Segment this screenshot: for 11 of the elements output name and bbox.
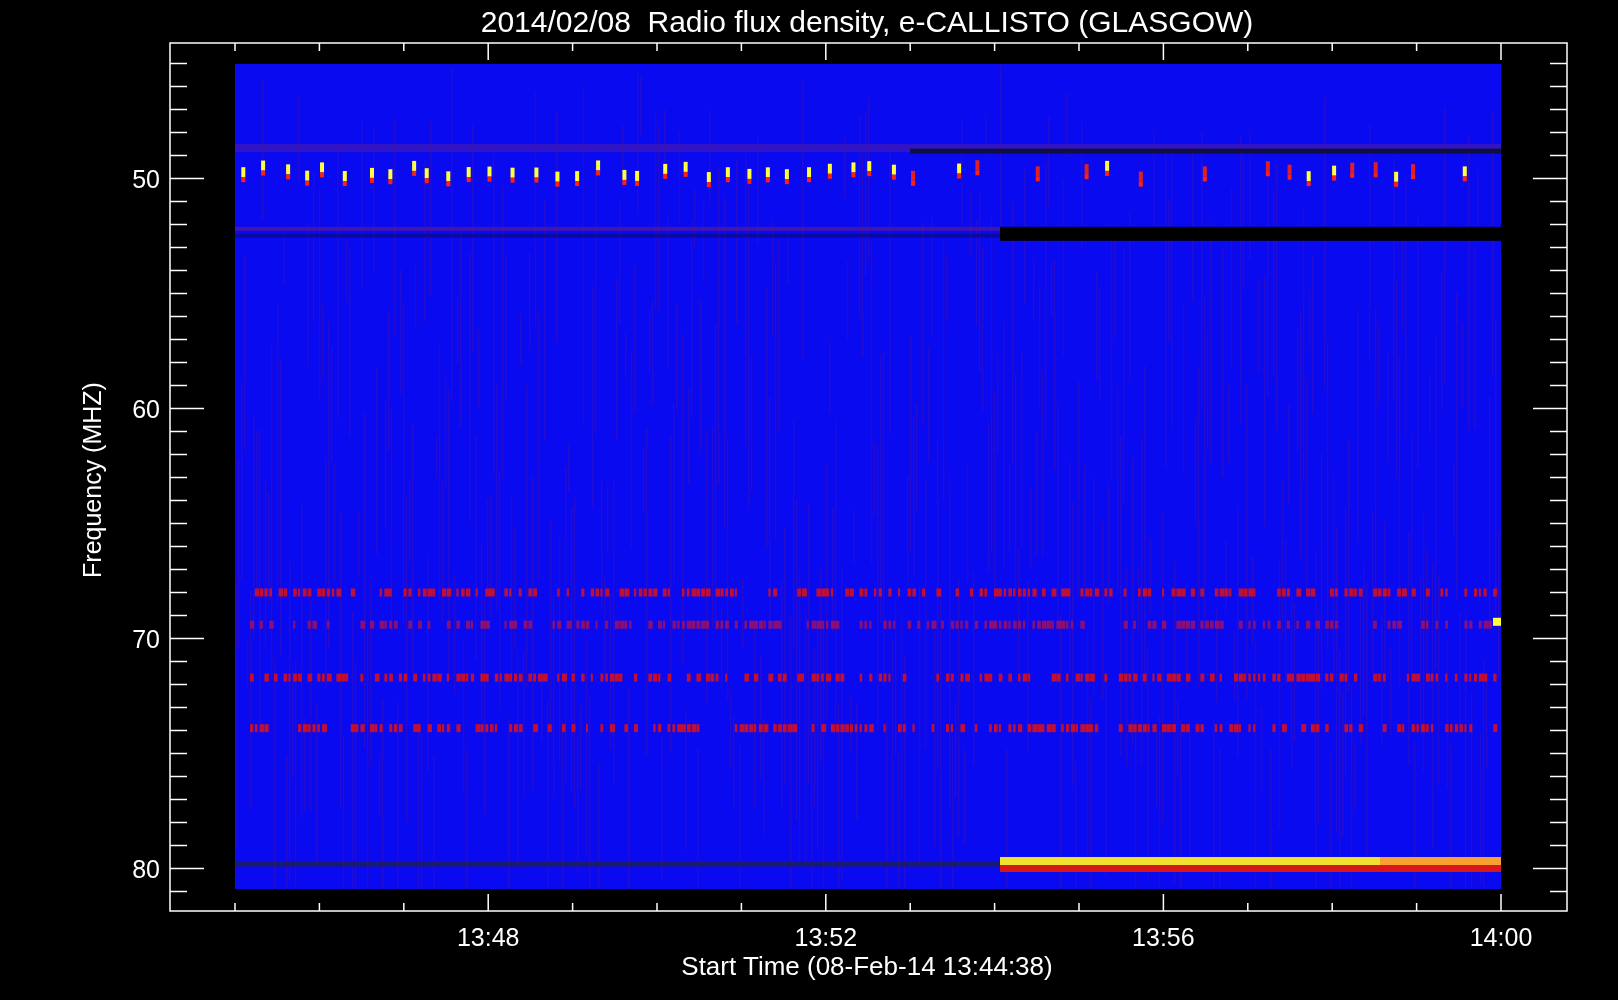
x-axis-tick-label: 14:00: [1469, 923, 1533, 951]
y-axis-tick-label: 50: [132, 164, 160, 193]
y-axis-tick-label: 70: [132, 624, 160, 653]
x-axis-tick-label: 13:52: [794, 923, 858, 951]
y-axis-label: Frequency (MHZ): [78, 382, 106, 578]
x-axis-label: Start Time (08-Feb-14 13:44:38): [681, 951, 1053, 981]
x-axis-tick-label: 13:56: [1132, 923, 1195, 951]
y-axis-tick-label: 60: [132, 394, 160, 423]
chart-title: 2014/02/08 Radio flux density, e-CALLISTO (GLASGOW): [480, 5, 1254, 38]
y-axis-tick-label: 80: [132, 854, 160, 883]
x-axis-tick-label: 13:48: [456, 923, 520, 951]
